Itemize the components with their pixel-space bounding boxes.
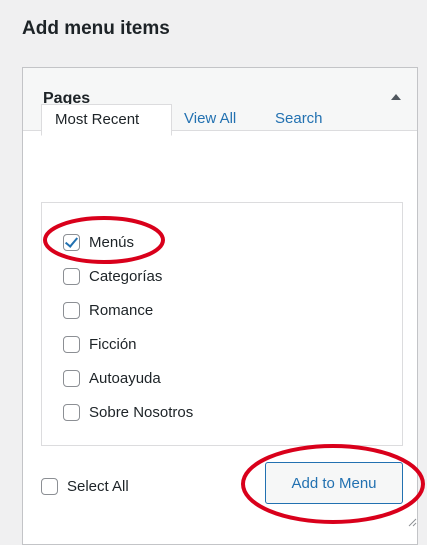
list-item[interactable]: Sobre Nosotros: [63, 401, 193, 423]
item-label: Menús: [89, 233, 135, 251]
list-item[interactable]: Autoayuda: [63, 367, 161, 389]
pages-checklist: Menús Categorías Romance Ficción Autoayu…: [41, 202, 403, 446]
checkmark-icon: [64, 233, 79, 248]
item-label: Ficción: [89, 335, 137, 353]
tab-search[interactable]: Search: [275, 104, 323, 136]
item-label: Sobre Nosotros: [89, 403, 194, 421]
checkbox[interactable]: [63, 403, 80, 421]
tab-most-recent[interactable]: Most Recent: [41, 104, 172, 136]
checkbox-checked[interactable]: [63, 233, 80, 251]
select-all[interactable]: Select All: [41, 475, 129, 497]
resize-grip-icon[interactable]: [407, 517, 417, 527]
item-label: Romance: [89, 301, 154, 319]
list-item[interactable]: Ficción: [63, 333, 137, 355]
section-heading: Add menu items: [22, 18, 170, 39]
item-label: Categorías: [89, 267, 163, 285]
tab-view-all[interactable]: View All: [184, 104, 236, 136]
checkbox[interactable]: [63, 267, 80, 285]
list-item[interactable]: Menús: [63, 231, 134, 253]
select-all-label: Select All: [67, 477, 129, 495]
checkbox[interactable]: [63, 335, 80, 353]
arrow-up-icon[interactable]: [391, 94, 401, 100]
checkbox[interactable]: [63, 369, 80, 387]
list-item[interactable]: Romance: [63, 299, 153, 321]
checkbox[interactable]: [63, 301, 80, 319]
select-all-checkbox[interactable]: [41, 477, 58, 495]
item-label: Autoayuda: [89, 369, 161, 387]
list-item[interactable]: Categorías: [63, 265, 162, 287]
add-to-menu-button[interactable]: Add to Menu: [265, 462, 403, 504]
